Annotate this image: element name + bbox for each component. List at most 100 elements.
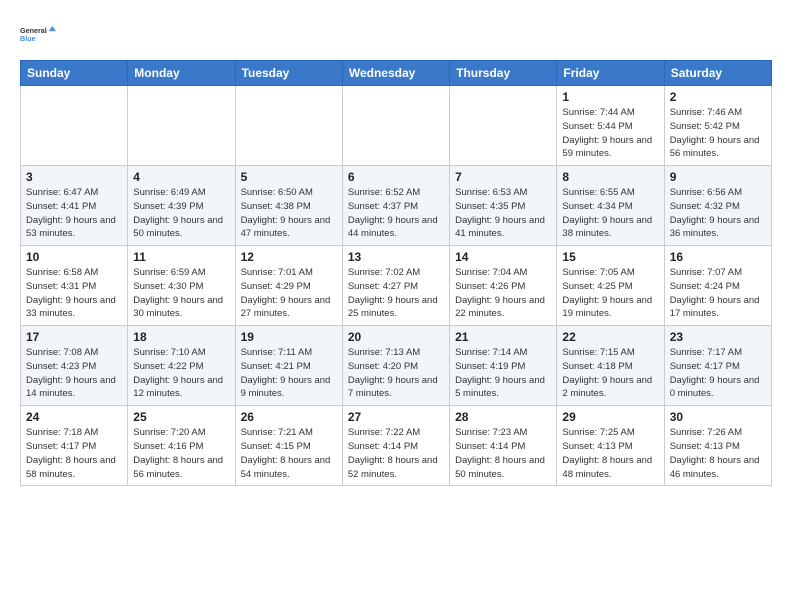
day-info: Sunrise: 7:01 AM Sunset: 4:29 PM Dayligh… [241,266,337,321]
header-day: Friday [557,61,664,86]
day-info: Sunrise: 7:10 AM Sunset: 4:22 PM Dayligh… [133,346,229,401]
header: General Blue [20,16,772,52]
day-number: 1 [562,90,658,104]
calendar-cell: 27 Sunrise: 7:22 AM Sunset: 4:14 PM Dayli… [342,406,449,486]
day-info: Sunrise: 6:59 AM Sunset: 4:30 PM Dayligh… [133,266,229,321]
day-number: 30 [670,410,766,424]
day-number: 20 [348,330,444,344]
day-info: Sunrise: 7:14 AM Sunset: 4:19 PM Dayligh… [455,346,551,401]
day-number: 15 [562,250,658,264]
day-info: Sunrise: 6:53 AM Sunset: 4:35 PM Dayligh… [455,186,551,241]
day-number: 7 [455,170,551,184]
day-info: Sunrise: 7:04 AM Sunset: 4:26 PM Dayligh… [455,266,551,321]
svg-text:General: General [20,26,47,35]
day-info: Sunrise: 6:52 AM Sunset: 4:37 PM Dayligh… [348,186,444,241]
calendar-cell: 14 Sunrise: 7:04 AM Sunset: 4:26 PM Dayli… [450,246,557,326]
calendar-week: 24 Sunrise: 7:18 AM Sunset: 4:17 PM Dayli… [21,406,772,486]
calendar-cell: 11Sunrise: 6:59 AM Sunset: 4:30 PM Dayli… [128,246,235,326]
day-info: Sunrise: 6:49 AM Sunset: 4:39 PM Dayligh… [133,186,229,241]
day-info: Sunrise: 6:55 AM Sunset: 4:34 PM Dayligh… [562,186,658,241]
calendar-cell: 24 Sunrise: 7:18 AM Sunset: 4:17 PM Dayli… [21,406,128,486]
day-info: Sunrise: 7:07 AM Sunset: 4:24 PM Dayligh… [670,266,766,321]
day-info: Sunrise: 7:20 AM Sunset: 4:16 PM Dayligh… [133,426,229,481]
day-info: Sunrise: 7:46 AM Sunset: 5:42 PM Dayligh… [670,106,766,161]
calendar-cell: 6 Sunrise: 6:52 AM Sunset: 4:37 PM Daylig… [342,166,449,246]
svg-text:Blue: Blue [20,34,36,43]
day-info: Sunrise: 7:17 AM Sunset: 4:17 PM Dayligh… [670,346,766,401]
day-info: Sunrise: 7:23 AM Sunset: 4:14 PM Dayligh… [455,426,551,481]
day-number: 23 [670,330,766,344]
day-info: Sunrise: 6:58 AM Sunset: 4:31 PM Dayligh… [26,266,122,321]
day-info: Sunrise: 6:47 AM Sunset: 4:41 PM Dayligh… [26,186,122,241]
day-number: 24 [26,410,122,424]
day-info: Sunrise: 7:02 AM Sunset: 4:27 PM Dayligh… [348,266,444,321]
calendar-cell: 28Sunrise: 7:23 AM Sunset: 4:14 PM Dayli… [450,406,557,486]
day-number: 19 [241,330,337,344]
calendar-cell: 30 Sunrise: 7:26 AM Sunset: 4:13 PM Dayli… [664,406,771,486]
day-number: 9 [670,170,766,184]
day-number: 21 [455,330,551,344]
day-number: 17 [26,330,122,344]
day-number: 22 [562,330,658,344]
calendar-week: 1 Sunrise: 7:44 AM Sunset: 5:44 PM Daylig… [21,86,772,166]
day-number: 26 [241,410,337,424]
calendar-cell: 23 Sunrise: 7:17 AM Sunset: 4:17 PM Dayli… [664,326,771,406]
calendar-cell: 16 Sunrise: 7:07 AM Sunset: 4:24 PM Dayli… [664,246,771,326]
day-info: Sunrise: 7:15 AM Sunset: 4:18 PM Dayligh… [562,346,658,401]
calendar-week: 17Sunrise: 7:08 AM Sunset: 4:23 PM Dayli… [21,326,772,406]
day-info: Sunrise: 6:56 AM Sunset: 4:32 PM Dayligh… [670,186,766,241]
day-info: Sunrise: 7:22 AM Sunset: 4:14 PM Dayligh… [348,426,444,481]
day-number: 25 [133,410,229,424]
day-number: 18 [133,330,229,344]
calendar-cell: 9 Sunrise: 6:56 AM Sunset: 4:32 PM Daylig… [664,166,771,246]
calendar-cell: 19Sunrise: 7:11 AM Sunset: 4:21 PM Dayli… [235,326,342,406]
day-number: 3 [26,170,122,184]
calendar-cell: 13 Sunrise: 7:02 AM Sunset: 4:27 PM Dayli… [342,246,449,326]
day-info: Sunrise: 7:18 AM Sunset: 4:17 PM Dayligh… [26,426,122,481]
calendar-cell: 8Sunrise: 6:55 AM Sunset: 4:34 PM Daylig… [557,166,664,246]
logo: General Blue [20,16,56,52]
calendar-cell: 5Sunrise: 6:50 AM Sunset: 4:38 PM Daylig… [235,166,342,246]
calendar-cell: 10 Sunrise: 6:58 AM Sunset: 4:31 PM Dayli… [21,246,128,326]
calendar-cell: 12 Sunrise: 7:01 AM Sunset: 4:29 PM Dayli… [235,246,342,326]
day-number: 16 [670,250,766,264]
header-day: Saturday [664,61,771,86]
day-number: 6 [348,170,444,184]
calendar-cell: 21 Sunrise: 7:14 AM Sunset: 4:19 PM Dayli… [450,326,557,406]
calendar-week: 3 Sunrise: 6:47 AM Sunset: 4:41 PM Daylig… [21,166,772,246]
calendar-cell: 1 Sunrise: 7:44 AM Sunset: 5:44 PM Daylig… [557,86,664,166]
day-number: 12 [241,250,337,264]
day-number: 13 [348,250,444,264]
calendar-cell: 4 Sunrise: 6:49 AM Sunset: 4:39 PM Daylig… [128,166,235,246]
header-day: Monday [128,61,235,86]
header-day: Sunday [21,61,128,86]
calendar-week: 10 Sunrise: 6:58 AM Sunset: 4:31 PM Dayli… [21,246,772,326]
day-info: Sunrise: 7:05 AM Sunset: 4:25 PM Dayligh… [562,266,658,321]
day-info: Sunrise: 7:13 AM Sunset: 4:20 PM Dayligh… [348,346,444,401]
calendar-cell [342,86,449,166]
calendar-cell [21,86,128,166]
calendar-cell: 26Sunrise: 7:21 AM Sunset: 4:15 PM Dayli… [235,406,342,486]
day-info: Sunrise: 7:26 AM Sunset: 4:13 PM Dayligh… [670,426,766,481]
day-number: 2 [670,90,766,104]
calendar-cell [450,86,557,166]
day-number: 14 [455,250,551,264]
calendar-cell: 18 Sunrise: 7:10 AM Sunset: 4:22 PM Dayli… [128,326,235,406]
calendar-cell [128,86,235,166]
calendar-cell: 22 Sunrise: 7:15 AM Sunset: 4:18 PM Dayli… [557,326,664,406]
day-number: 10 [26,250,122,264]
calendar-cell: 2 Sunrise: 7:46 AM Sunset: 5:42 PM Daylig… [664,86,771,166]
header-day: Thursday [450,61,557,86]
day-number: 27 [348,410,444,424]
calendar-cell: 7 Sunrise: 6:53 AM Sunset: 4:35 PM Daylig… [450,166,557,246]
header-row: SundayMondayTuesdayWednesdayThursdayFrid… [21,61,772,86]
calendar-cell: 3 Sunrise: 6:47 AM Sunset: 4:41 PM Daylig… [21,166,128,246]
day-number: 4 [133,170,229,184]
calendar-cell: 17Sunrise: 7:08 AM Sunset: 4:23 PM Dayli… [21,326,128,406]
day-info: Sunrise: 7:44 AM Sunset: 5:44 PM Dayligh… [562,106,658,161]
page: General Blue SundayMondayTuesdayWednesda… [0,0,792,496]
calendar-cell [235,86,342,166]
calendar-cell: 29Sunrise: 7:25 AM Sunset: 4:13 PM Dayli… [557,406,664,486]
calendar-cell: 25 Sunrise: 7:20 AM Sunset: 4:16 PM Dayli… [128,406,235,486]
header-day: Tuesday [235,61,342,86]
